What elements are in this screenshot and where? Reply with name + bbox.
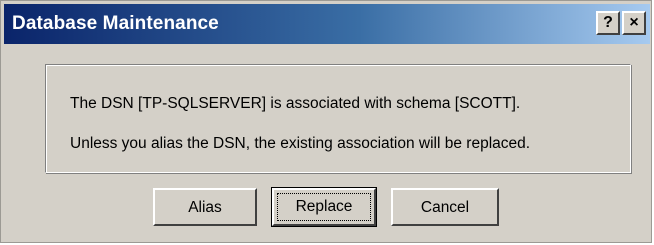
- title-bar-buttons: ? ×: [596, 11, 646, 35]
- message-line-2: Unless you alias the DSN, the existing a…: [70, 135, 531, 152]
- replace-button[interactable]: Replace: [271, 187, 377, 227]
- help-button[interactable]: ?: [596, 11, 620, 35]
- replace-button-label: Replace: [277, 193, 371, 221]
- message-panel: The DSN [TP-SQLSERVER] is associated wit…: [45, 64, 631, 173]
- button-row: Alias Replace Cancel: [153, 187, 499, 227]
- message-line-1: The DSN [TP-SQLSERVER] is associated wit…: [70, 95, 521, 112]
- cancel-button[interactable]: Cancel: [391, 188, 499, 226]
- dialog-window: Database Maintenance ? × The DSN [TP-SQL…: [0, 0, 652, 243]
- title-bar[interactable]: Database Maintenance ? ×: [4, 4, 650, 44]
- close-button[interactable]: ×: [622, 11, 646, 35]
- dialog-title: Database Maintenance: [12, 13, 219, 34]
- alias-button[interactable]: Alias: [153, 188, 257, 226]
